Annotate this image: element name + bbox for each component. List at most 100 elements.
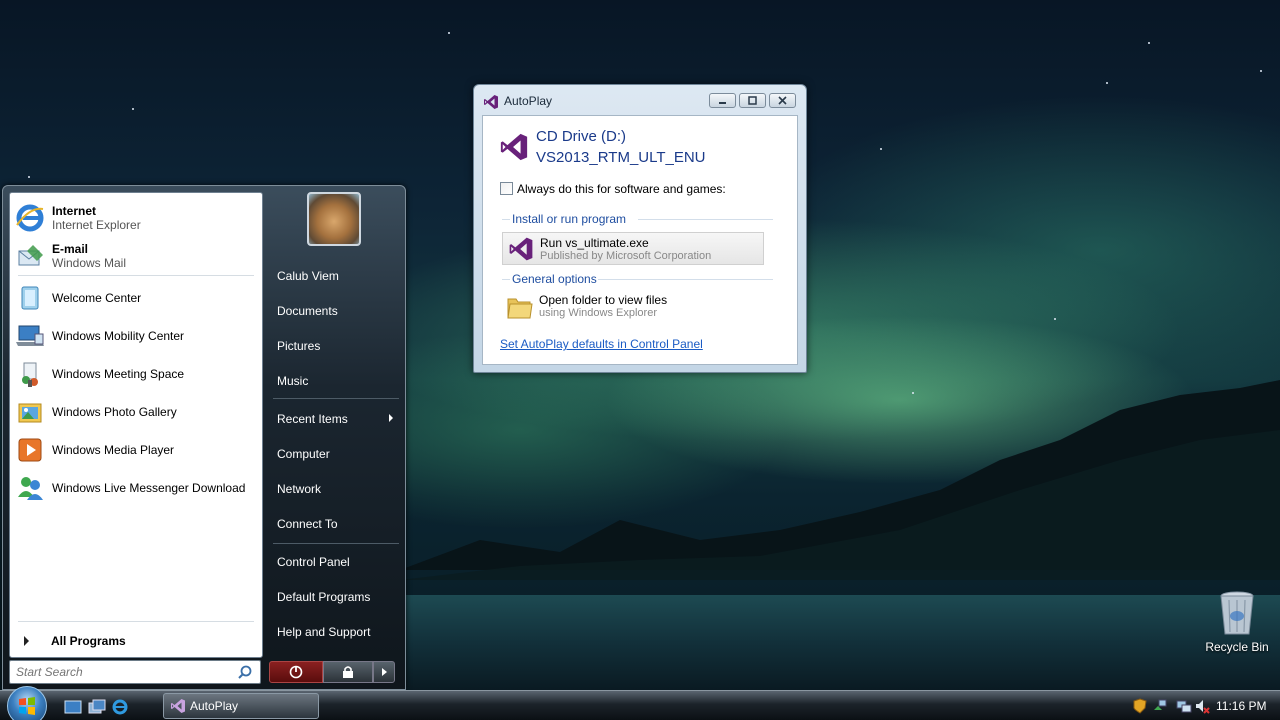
- maximize-button[interactable]: [739, 93, 766, 108]
- pinned-item-subtitle: Internet Explorer: [52, 218, 141, 232]
- always-do-this-label[interactable]: Always do this for software and games:: [517, 182, 726, 196]
- lock-button[interactable]: [323, 661, 373, 683]
- pinned-item-email[interactable]: E-mail Windows Mail: [14, 239, 258, 273]
- places-item-user[interactable]: Calub Viem: [271, 262, 401, 290]
- visual-studio-icon: [509, 237, 533, 261]
- power-button[interactable]: [269, 661, 323, 683]
- autoplay-content: CD Drive (D:) VS2013_RTM_ULT_ENU Always …: [482, 115, 798, 365]
- places-item-help-support[interactable]: Help and Support: [271, 618, 401, 646]
- recent-item-label: Windows Media Player: [52, 443, 175, 457]
- minimize-icon: [719, 102, 726, 104]
- drive-name: CD Drive (D:): [536, 128, 626, 145]
- pinned-item-internet[interactable]: Internet Internet Explorer: [14, 201, 258, 235]
- windows-mail-icon: [14, 240, 46, 272]
- pinned-item-title: E-mail: [52, 242, 89, 256]
- recent-item-messenger-download[interactable]: Windows Live Messenger Download: [14, 471, 258, 505]
- recycle-bin-glyph: [1220, 591, 1254, 635]
- group-general-heading: General options: [512, 272, 597, 286]
- all-programs-button[interactable]: All Programs: [16, 630, 256, 652]
- places-item-computer[interactable]: Computer: [271, 440, 401, 468]
- power-icon: [289, 665, 303, 679]
- group-divider: [598, 279, 773, 280]
- places-item-music[interactable]: Music: [271, 367, 401, 395]
- volume-muted-icon[interactable]: [1194, 698, 1210, 714]
- places-item-connect-to[interactable]: Connect To: [271, 510, 401, 538]
- places-item-network[interactable]: Network: [271, 475, 401, 503]
- lock-icon: [343, 666, 353, 678]
- star: [880, 148, 882, 150]
- places-item-documents[interactable]: Documents: [271, 297, 401, 325]
- visual-studio-icon: [500, 133, 528, 161]
- mobility-center-icon: [14, 320, 46, 352]
- recent-item-welcome-center[interactable]: Welcome Center: [14, 281, 258, 315]
- minimize-button[interactable]: [709, 93, 736, 108]
- places-item-pictures[interactable]: Pictures: [271, 332, 401, 360]
- recent-item-label: Windows Photo Gallery: [52, 405, 177, 419]
- start-menu: Internet Internet Explorer E-mail Window…: [2, 185, 406, 690]
- taskbar-clock[interactable]: 11:16 PM: [1216, 699, 1266, 713]
- pinned-item-subtitle: Windows Mail: [52, 256, 127, 270]
- group-divider: [502, 219, 510, 220]
- visual-studio-icon: [484, 95, 498, 109]
- search-icon: [238, 665, 252, 679]
- notification-area: 11:16 PM: [1126, 691, 1280, 720]
- star: [1054, 318, 1056, 320]
- start-button[interactable]: [7, 686, 47, 720]
- star: [448, 32, 450, 34]
- pane-separator: [18, 275, 254, 276]
- places-item-control-panel[interactable]: Control Panel: [271, 548, 401, 576]
- meeting-space-icon: [14, 358, 46, 390]
- drive-volume-label: VS2013_RTM_ULT_ENU: [536, 149, 706, 166]
- show-desktop-icon[interactable]: [64, 698, 82, 716]
- always-do-this-checkbox[interactable]: [500, 182, 513, 195]
- window-title: AutoPlay: [504, 94, 553, 108]
- close-button[interactable]: [769, 93, 796, 108]
- all-programs-label: All Programs: [51, 634, 126, 648]
- open-folder-option[interactable]: Open folder to view files using Windows …: [502, 290, 764, 323]
- network-icon[interactable]: [1176, 698, 1192, 714]
- right-arrow-icon: [24, 636, 29, 646]
- recent-item-meeting-space[interactable]: Windows Meeting Space: [14, 357, 258, 391]
- places-item-default-programs[interactable]: Default Programs: [271, 583, 401, 611]
- group-install-heading: Install or run program: [512, 212, 627, 226]
- star: [132, 108, 134, 110]
- shutdown-options-button[interactable]: [373, 661, 395, 683]
- taskbar-button-label: AutoPlay: [190, 699, 239, 713]
- folder-icon: [507, 298, 533, 319]
- recent-item-label: Welcome Center: [52, 291, 142, 305]
- programs-pane: Internet Internet Explorer E-mail Window…: [9, 192, 263, 658]
- submenu-arrow-icon: [389, 414, 393, 422]
- autoplay-defaults-link[interactable]: Set AutoPlay defaults in Control Panel: [500, 337, 703, 351]
- taskbar-button-autoplay[interactable]: AutoPlay: [163, 693, 319, 719]
- star: [1148, 42, 1150, 44]
- recycle-bin-icon[interactable]: Recycle Bin: [1203, 590, 1271, 658]
- autoplay-window: AutoPlay CD Drive (D:) VS2013_RTM_ULT_EN…: [473, 84, 807, 373]
- open-option-title: Open folder to view files: [539, 293, 668, 307]
- safely-remove-icon[interactable]: [1152, 698, 1168, 714]
- photo-gallery-icon: [14, 396, 46, 428]
- security-shield-icon[interactable]: [1132, 698, 1148, 714]
- start-search-input[interactable]: [9, 660, 261, 684]
- user-picture[interactable]: [307, 192, 361, 246]
- star: [28, 176, 30, 178]
- windows-logo-icon: [19, 697, 35, 715]
- visual-studio-icon: [171, 699, 185, 713]
- recent-item-mobility-center[interactable]: Windows Mobility Center: [14, 319, 258, 353]
- places-separator: [273, 543, 399, 544]
- internet-explorer-icon: [14, 202, 46, 234]
- places-item-recent-items[interactable]: Recent Items: [271, 405, 401, 433]
- pane-separator: [18, 621, 254, 622]
- switch-windows-icon[interactable]: [88, 698, 106, 716]
- right-arrow-icon: [382, 668, 387, 676]
- run-program-option[interactable]: Run vs_ultimate.exe Published by Microso…: [502, 232, 764, 265]
- recent-item-label: Windows Meeting Space: [52, 367, 185, 381]
- places-item-label: Recent Items: [277, 412, 348, 426]
- lake: [400, 595, 1280, 690]
- messenger-icon: [14, 472, 46, 504]
- internet-explorer-icon[interactable]: [111, 698, 129, 716]
- open-option-subtitle: using Windows Explorer: [539, 307, 657, 319]
- recent-item-media-player[interactable]: Windows Media Player: [14, 433, 258, 467]
- close-icon: [778, 96, 787, 105]
- recent-item-photo-gallery[interactable]: Windows Photo Gallery: [14, 395, 258, 429]
- recycle-bin-label: Recycle Bin: [1205, 640, 1269, 654]
